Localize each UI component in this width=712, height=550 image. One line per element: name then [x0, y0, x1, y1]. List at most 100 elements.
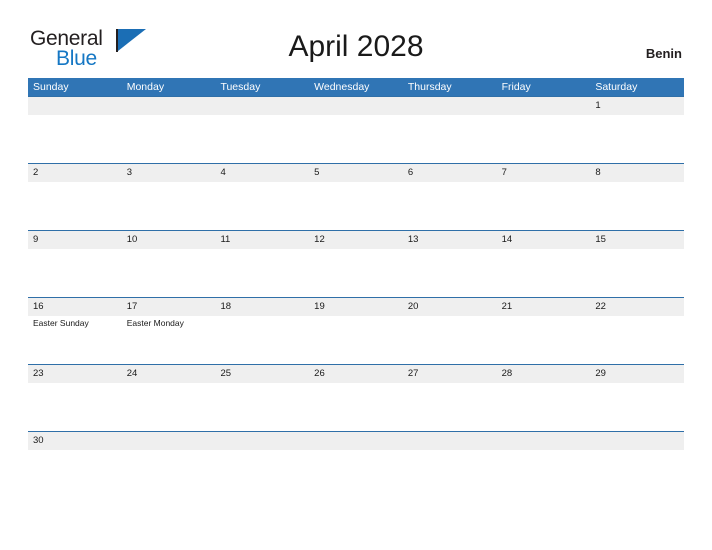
day-event-band [28, 182, 684, 198]
day-event [590, 383, 684, 399]
weekday-header-wednesday: Wednesday [314, 81, 370, 93]
day-number[interactable]: 21 [497, 298, 591, 316]
day-number[interactable]: 7 [497, 164, 591, 182]
day-number-band: 1 [28, 97, 684, 115]
day-event [215, 383, 309, 399]
day-event [122, 383, 216, 399]
day-number-band: 23 24 25 26 27 28 29 [28, 365, 684, 383]
day-number[interactable]: 9 [28, 231, 122, 249]
day-number[interactable]: 28 [497, 365, 591, 383]
day-event-band [28, 450, 684, 466]
day-event [122, 249, 216, 265]
day-number[interactable]: 3 [122, 164, 216, 182]
country-label: Benin [645, 46, 682, 61]
day-event [309, 383, 403, 399]
week-row: 9 10 11 12 13 14 15 [28, 230, 684, 297]
day-number[interactable] [497, 432, 591, 450]
day-number[interactable]: 1 [590, 97, 684, 115]
day-number[interactable]: 24 [122, 365, 216, 383]
day-event [309, 249, 403, 265]
week-row: 16 17 18 19 20 21 22 Easter Sunday Easte… [28, 297, 684, 364]
day-event-band [28, 383, 684, 399]
day-number[interactable]: 10 [122, 231, 216, 249]
weekday-header-monday: Monday [126, 81, 165, 93]
day-event: Easter Monday [126, 318, 184, 328]
day-number[interactable] [403, 97, 497, 115]
day-event: Easter Sunday [33, 318, 89, 328]
day-number[interactable]: 27 [403, 365, 497, 383]
day-event [122, 182, 216, 198]
day-number[interactable]: 12 [309, 231, 403, 249]
day-event [309, 450, 403, 466]
day-number[interactable]: 8 [590, 164, 684, 182]
day-number[interactable]: 2 [28, 164, 122, 182]
day-event [28, 383, 122, 399]
day-number[interactable]: 26 [309, 365, 403, 383]
day-number[interactable] [309, 432, 403, 450]
day-number[interactable]: 16 [28, 298, 122, 316]
day-number[interactable]: 5 [309, 164, 403, 182]
day-event-band [28, 249, 684, 265]
day-number-band: 30 [28, 432, 684, 450]
day-number[interactable]: 20 [403, 298, 497, 316]
calendar-grid: Sunday Monday Tuesday Wednesday Thursday… [28, 78, 684, 498]
day-number[interactable]: 17 [122, 298, 216, 316]
day-event [28, 249, 122, 265]
day-event [590, 450, 684, 466]
week-row: 1 [28, 96, 684, 163]
day-event [28, 450, 122, 466]
day-event [497, 316, 591, 332]
weekday-header-saturday: Saturday [595, 81, 638, 93]
weekday-header-friday: Friday [501, 81, 531, 93]
day-event [309, 316, 403, 332]
day-event [122, 115, 216, 131]
day-number[interactable] [309, 97, 403, 115]
day-number[interactable]: 18 [215, 298, 309, 316]
day-number[interactable]: 22 [590, 298, 684, 316]
day-event [215, 115, 309, 131]
day-number[interactable]: 13 [403, 231, 497, 249]
day-number[interactable] [122, 97, 216, 115]
day-event [590, 249, 684, 265]
day-number[interactable] [215, 432, 309, 450]
day-event [215, 249, 309, 265]
weekday-header-tuesday: Tuesday [220, 81, 261, 93]
day-event [403, 383, 497, 399]
day-number[interactable]: 23 [28, 365, 122, 383]
day-number[interactable]: 25 [215, 365, 309, 383]
day-event [28, 182, 122, 198]
day-event [122, 450, 216, 466]
day-number[interactable] [28, 97, 122, 115]
day-event [497, 182, 591, 198]
day-number[interactable]: 11 [215, 231, 309, 249]
day-event [497, 450, 591, 466]
day-number[interactable] [403, 432, 497, 450]
day-number[interactable]: 30 [28, 432, 122, 450]
day-event [403, 450, 497, 466]
day-event-band: Easter Sunday Easter Monday [28, 316, 684, 332]
day-event [403, 115, 497, 131]
day-number[interactable]: 29 [590, 365, 684, 383]
day-event [309, 182, 403, 198]
day-event [497, 383, 591, 399]
weekday-header-row: Sunday Monday Tuesday Wednesday Thursday… [28, 78, 684, 96]
day-event [215, 450, 309, 466]
day-number[interactable] [497, 97, 591, 115]
weekday-header-sunday: Sunday [33, 81, 69, 93]
day-event [590, 182, 684, 198]
week-row: 2 3 4 5 6 7 8 [28, 163, 684, 230]
day-event [497, 115, 591, 131]
day-number-band: 9 10 11 12 13 14 15 [28, 231, 684, 249]
page-header: General Blue April 2028 Benin [0, 0, 712, 78]
day-number[interactable] [590, 432, 684, 450]
day-event [403, 316, 497, 332]
day-number[interactable] [122, 432, 216, 450]
day-event [403, 249, 497, 265]
day-number[interactable]: 19 [309, 298, 403, 316]
day-number[interactable]: 6 [403, 164, 497, 182]
day-number[interactable]: 15 [590, 231, 684, 249]
day-number[interactable]: 14 [497, 231, 591, 249]
day-number[interactable]: 4 [215, 164, 309, 182]
day-number[interactable] [215, 97, 309, 115]
day-event [215, 182, 309, 198]
